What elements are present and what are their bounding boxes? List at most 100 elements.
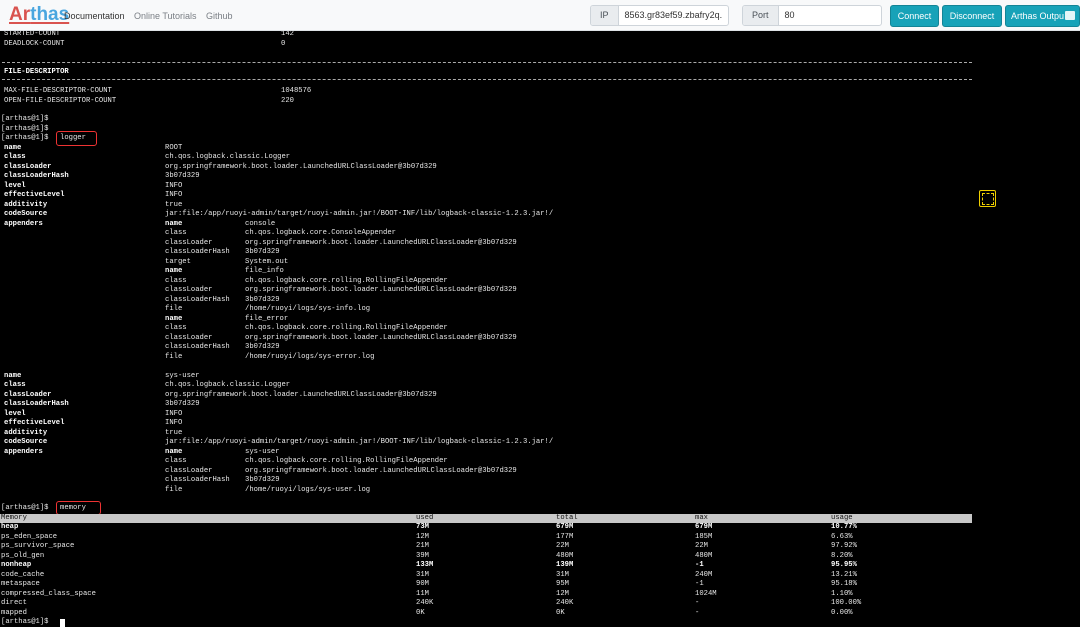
memory-cell: 480M: [556, 551, 574, 560]
field-value: ch.qos.logback.classic.Logger: [165, 381, 291, 389]
memory-cell: 95.18%: [831, 580, 857, 588]
terminal[interactable]: STARTED-COUNT 142 DEADLOCK-COUNT 0 FILE-DESC…: [0, 31, 1080, 627]
stat-label: MAX-FILE-DESCRIPTOR-COUNT: [4, 87, 112, 95]
appender-key: name: [165, 314, 183, 323]
shell-prompt: [arthas@1]$: [1, 134, 49, 142]
appender-value: org.springframework.boot.loader.Launched…: [245, 333, 517, 342]
memory-cell: 6.63%: [831, 532, 853, 541]
stat-label: DEADLOCK-COUNT: [4, 39, 65, 48]
appender-key: target: [165, 257, 191, 266]
appender-key: class: [165, 229, 187, 237]
field-key: effectiveLevel: [4, 419, 65, 427]
field-key: name: [4, 371, 22, 380]
stat-label: STARTED-COUNT: [4, 31, 61, 38]
memory-cell: heap: [1, 523, 19, 531]
port-input-group: Port 80: [742, 5, 882, 26]
field-key: classLoader: [4, 390, 52, 399]
appender-value: ch.qos.logback.core.rolling.RollingFileA…: [245, 457, 448, 465]
memory-cell: 22M: [556, 542, 569, 550]
nav-documentation[interactable]: Documentation: [64, 10, 125, 22]
connect-button[interactable]: Connect: [890, 5, 939, 27]
port-input[interactable]: 80: [779, 6, 801, 25]
appender-value: /home/ruoyi/logs/sys-info.log: [245, 305, 371, 313]
shell-prompt: [arthas@1]$: [1, 504, 49, 512]
field-value: INFO: [165, 409, 183, 418]
shell-prompt: [arthas@1]$: [1, 115, 49, 123]
memory-cell: 12M: [556, 589, 569, 598]
brand-logo[interactable]: Arthas: [9, 4, 69, 26]
navbar: Arthas Documentation Online Tutorials Gi…: [0, 0, 1080, 31]
memory-cell: 31M: [556, 570, 569, 579]
ip-label: IP: [591, 6, 619, 25]
field-value: org.springframework.boot.loader.Launched…: [165, 162, 437, 171]
memory-cell: 480M: [695, 551, 713, 560]
memory-cell: 0K: [416, 608, 425, 617]
field-key: additivity: [4, 428, 48, 437]
memory-cell: 95M: [556, 580, 569, 588]
appender-key: classLoaderHash: [165, 343, 230, 351]
field-value: 3b07d329: [165, 400, 200, 408]
memory-cell: metaspace: [1, 580, 40, 588]
ip-input[interactable]: 8563.gr83ef59.zbafry2q.: [619, 6, 728, 25]
memory-cell: 31M: [416, 570, 429, 579]
appender-key: class: [165, 324, 187, 332]
nav-github[interactable]: Github: [206, 10, 233, 22]
memory-cell: 240K: [556, 599, 574, 607]
field-value: jar:file:/app/ruoyi-admin/target/ruoyi-a…: [165, 210, 554, 218]
field-value: sys-user: [165, 371, 200, 380]
field-key: classLoaderHash: [4, 400, 69, 408]
memory-cell: 679M: [556, 523, 574, 531]
memory-cell: 73M: [416, 523, 429, 531]
memory-cell: 100.00%: [831, 599, 862, 607]
appender-value: ch.qos.logback.core.rolling.RollingFileA…: [245, 276, 448, 285]
memory-cell: 13.21%: [831, 570, 857, 579]
field-value: ROOT: [165, 143, 183, 152]
field-key: class: [4, 381, 26, 389]
memory-cell: -: [695, 599, 700, 607]
memory-cell: -1: [695, 561, 704, 569]
command-highlight: [56, 131, 97, 146]
appender-key: classLoader: [165, 333, 213, 342]
memory-cell: -1: [695, 580, 704, 588]
field-value: true: [165, 428, 183, 437]
field-key: name: [4, 143, 22, 152]
memory-cell: 0.00%: [831, 608, 853, 617]
memory-cell: direct: [1, 599, 27, 607]
stat-value: 0: [281, 39, 286, 48]
memory-cell: 679M: [695, 523, 713, 531]
appender-value: System.out: [245, 257, 289, 266]
field-key: codeSource: [4, 210, 48, 218]
shell-prompt: [arthas@1]$: [1, 618, 49, 626]
appender-value: 3b07d329: [245, 476, 280, 484]
shell-prompt: [arthas@1]$: [1, 124, 49, 133]
stat-label: OPEN-FILE-DESCRIPTOR-COUNT: [4, 96, 117, 105]
field-key: codeSource: [4, 438, 48, 446]
terminal-cursor: [60, 619, 65, 627]
appender-key: file: [165, 305, 183, 313]
memory-cell: code_cache: [1, 570, 45, 579]
appender-value: ch.qos.logback.core.rolling.RollingFileA…: [245, 324, 448, 332]
memory-cell: 139M: [556, 561, 574, 569]
disconnect-button[interactable]: Disconnect: [942, 5, 1002, 27]
field-key: appenders: [4, 447, 43, 456]
appender-key: name: [165, 219, 183, 228]
field-key: level: [4, 181, 26, 190]
separator-line: [2, 79, 972, 80]
appender-value: ch.qos.logback.core.ConsoleAppender: [245, 229, 396, 237]
appender-value: file_info: [245, 267, 284, 275]
field-value: INFO: [165, 419, 183, 427]
memory-cell: 0K: [556, 608, 565, 617]
field-key: class: [4, 153, 26, 161]
fullscreen-expand-icon[interactable]: [979, 190, 996, 207]
memory-cell: -: [695, 608, 700, 617]
appender-value: org.springframework.boot.loader.Launched…: [245, 466, 517, 475]
memory-cell: 240M: [695, 570, 713, 579]
memory-cell: 97.92%: [831, 542, 857, 550]
memory-cell: 90M: [416, 580, 429, 588]
nav-online-tutorials[interactable]: Online Tutorials: [134, 10, 197, 22]
brand-prefix: Ar: [9, 4, 31, 25]
memory-cell: 11M: [416, 589, 429, 598]
memory-cell: 240K: [416, 599, 434, 607]
field-key: appenders: [4, 219, 43, 228]
memory-table-header: Memory used total max usage: [0, 514, 972, 523]
